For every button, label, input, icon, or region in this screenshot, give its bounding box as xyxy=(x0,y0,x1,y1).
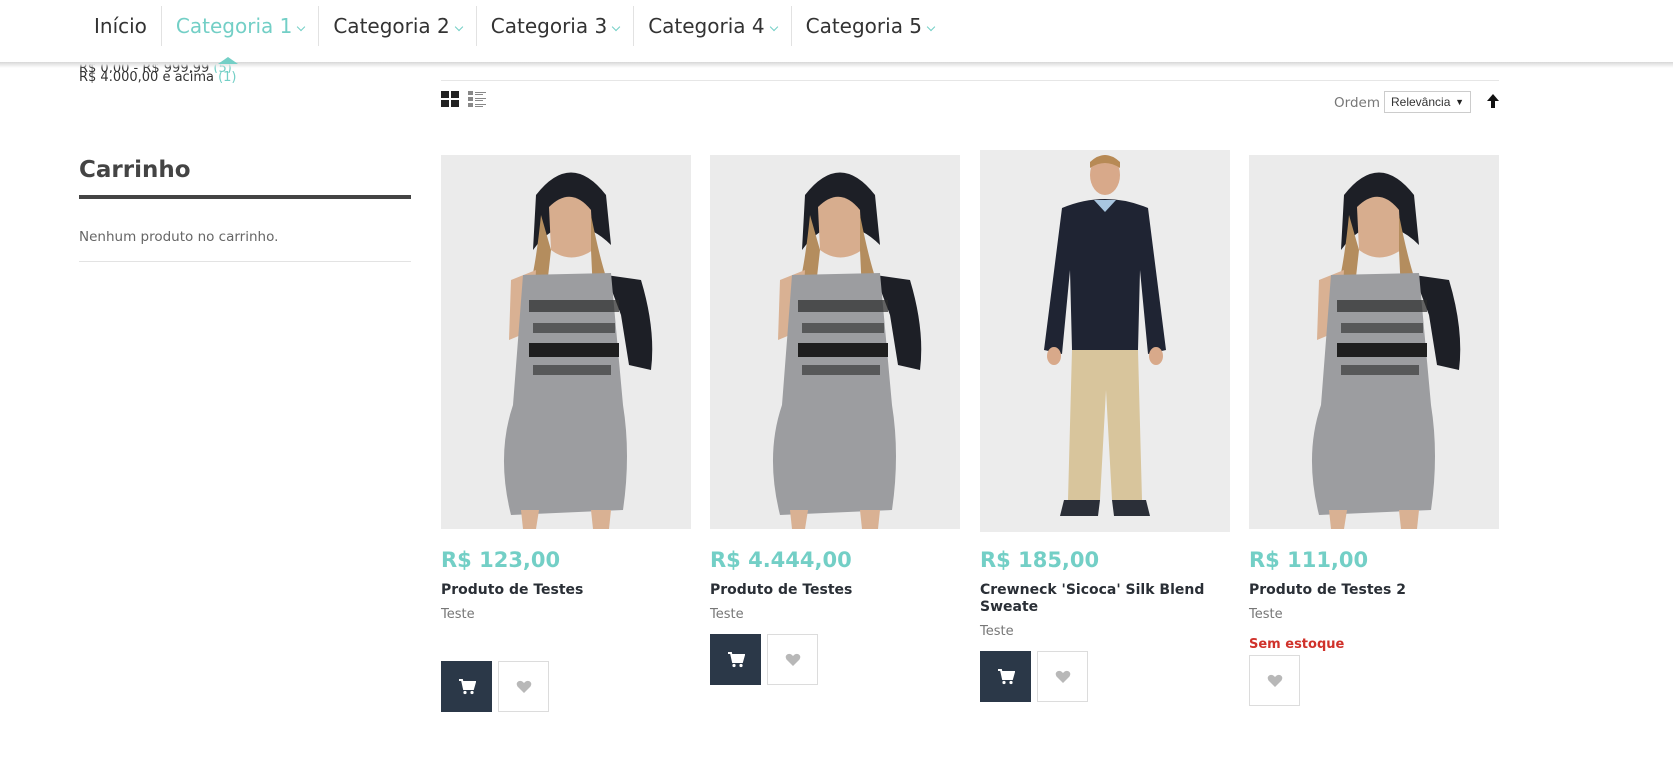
nav-item-categoria-5[interactable]: Categoria 5 xyxy=(792,6,948,46)
toolbar-divider xyxy=(441,80,1499,81)
nav-item-label: Categoria 5 xyxy=(805,14,923,38)
nav-item-label: Início xyxy=(94,14,147,38)
nav-item-categoria-2[interactable]: Categoria 2 xyxy=(319,6,477,46)
sort-select[interactable]: Relevância ▼ xyxy=(1384,91,1471,113)
product-brand: Teste xyxy=(441,607,475,622)
dropdown-arrow-icon: ▼ xyxy=(1455,97,1464,107)
nav-item-label: Categoria 3 xyxy=(490,14,608,38)
product-price: R$ 4.444,00 xyxy=(710,548,852,572)
product-brand: Teste xyxy=(1249,607,1283,622)
chevron-down-icon xyxy=(297,22,306,32)
active-nav-indicator xyxy=(218,57,238,64)
product-name[interactable]: Produto de Testes xyxy=(441,582,691,599)
product-price: R$ 111,00 xyxy=(1249,548,1369,572)
heart-icon xyxy=(1267,674,1282,687)
nav-item-categoria-4[interactable]: Categoria 4 xyxy=(634,6,792,46)
arrow-up-icon[interactable] xyxy=(1486,92,1500,110)
nav-item-label: Categoria 2 xyxy=(333,14,450,38)
product-price: R$ 185,00 xyxy=(980,548,1100,572)
product-image[interactable] xyxy=(441,155,691,529)
wishlist-button[interactable] xyxy=(498,661,549,712)
chevron-down-icon xyxy=(454,22,464,32)
cart-icon xyxy=(458,678,476,694)
divider xyxy=(79,261,411,262)
product-image[interactable] xyxy=(710,155,960,529)
sort-select-value: Relevância xyxy=(1391,95,1451,109)
chevron-down-icon xyxy=(926,22,936,32)
product-name[interactable]: Crewneck 'Sicoca' Silk Blend Sweate xyxy=(980,582,1230,616)
cart-title-underline xyxy=(79,195,411,199)
product-brand: Teste xyxy=(710,607,744,622)
nav-item-label: Categoria 1 xyxy=(175,14,293,38)
heart-icon xyxy=(785,653,800,666)
cart-icon xyxy=(997,668,1015,684)
heart-icon xyxy=(1055,670,1070,683)
product-price: R$ 123,00 xyxy=(441,548,561,572)
add-to-cart-button[interactable] xyxy=(710,634,761,685)
list-view-icon[interactable] xyxy=(468,91,486,107)
cart-title: Carrinho xyxy=(79,157,191,183)
product-name[interactable]: Produto de Testes xyxy=(710,582,960,599)
product-name[interactable]: Produto de Testes 2 xyxy=(1249,582,1499,599)
sort-label: Ordem xyxy=(1334,95,1380,111)
wishlist-button[interactable] xyxy=(1249,655,1300,706)
chevron-down-icon xyxy=(611,22,621,32)
nav-item-label: Categoria 4 xyxy=(648,14,765,38)
cart-empty-message: Nenhum produto no carrinho. xyxy=(79,229,279,245)
add-to-cart-button[interactable] xyxy=(980,651,1031,702)
wishlist-button[interactable] xyxy=(1037,651,1088,702)
add-to-cart-button[interactable] xyxy=(441,661,492,712)
nav-menu: Início Categoria 1 Categoria 2 Categoria… xyxy=(80,6,948,46)
heart-icon xyxy=(516,680,531,693)
nav-item-categoria-3[interactable]: Categoria 3 xyxy=(477,6,635,46)
cart-icon xyxy=(727,651,745,667)
wishlist-button[interactable] xyxy=(767,634,818,685)
product-brand: Teste xyxy=(980,624,1014,639)
top-navigation: Início Categoria 1 Categoria 2 Categoria… xyxy=(0,0,1673,62)
nav-item-inicio[interactable]: Início xyxy=(80,6,162,46)
product-image[interactable] xyxy=(980,150,1230,532)
product-image[interactable] xyxy=(1249,155,1499,529)
grid-view-icon[interactable] xyxy=(441,91,459,107)
chevron-down-icon xyxy=(769,22,778,32)
out-of-stock-label: Sem estoque xyxy=(1249,637,1345,652)
nav-item-categoria-1[interactable]: Categoria 1 xyxy=(162,6,320,46)
